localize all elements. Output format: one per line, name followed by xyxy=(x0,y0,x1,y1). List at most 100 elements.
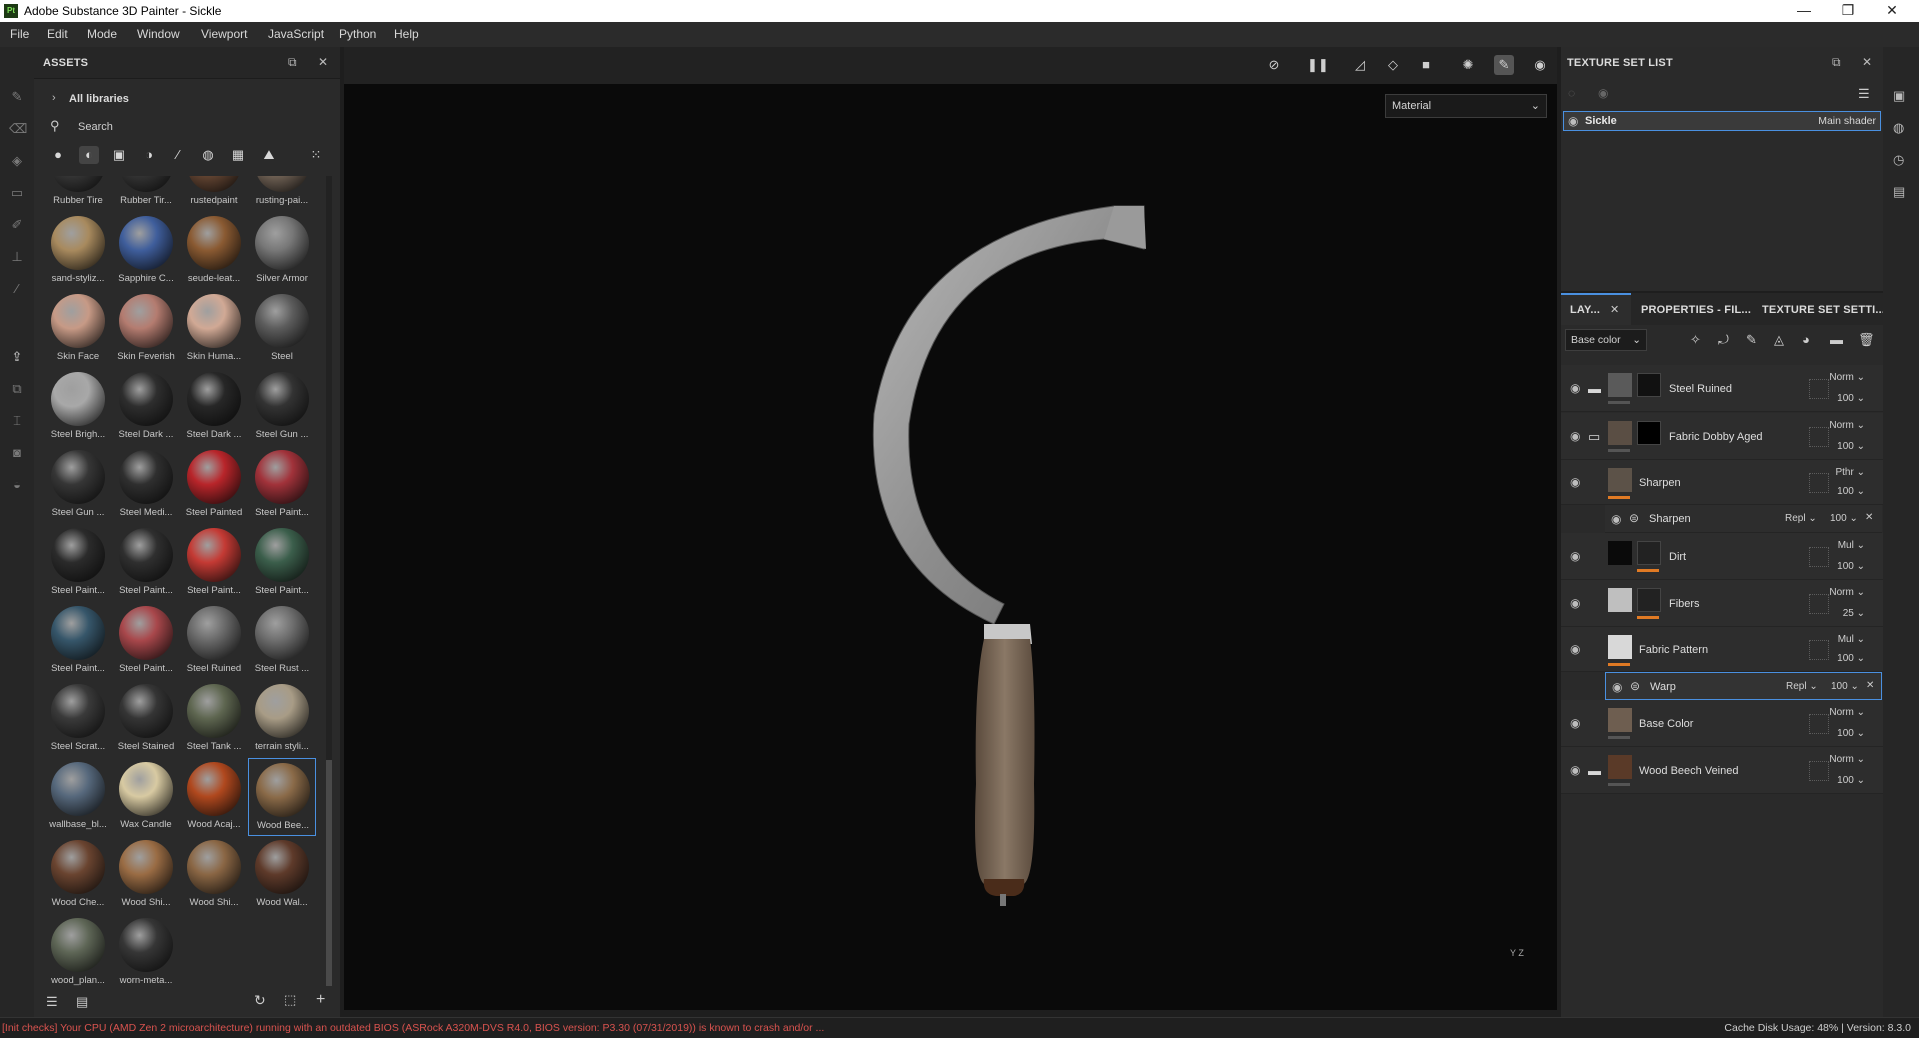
color-picker-icon[interactable]: ⁄ xyxy=(9,282,25,296)
blend-mode[interactable]: Norm ⌄ xyxy=(1825,372,1865,383)
layer-thumbnail[interactable] xyxy=(1608,635,1632,659)
asset-item[interactable]: Wood Bee... xyxy=(248,758,316,836)
smudge-icon[interactable]: ✐ xyxy=(9,218,25,232)
layer-name[interactable]: Fabric Pattern xyxy=(1639,644,1708,656)
pause-icon[interactable]: ❚❚ xyxy=(1307,55,1329,75)
camera-icon[interactable]: ■ xyxy=(1416,55,1436,75)
layer-row[interactable]: ◉ ▬ Steel Ruined Norm ⌄ 100 ⌄ xyxy=(1561,365,1883,412)
texture-set-icon[interactable]: ▣ xyxy=(1893,88,1905,104)
layer-name[interactable]: Fibers xyxy=(1669,598,1700,610)
asset-item[interactable]: Skin Huma... xyxy=(180,290,248,368)
eraser-icon[interactable]: ⌫ xyxy=(9,122,27,136)
blend-mode[interactable]: Norm ⌄ xyxy=(1825,754,1865,765)
eye-icon[interactable]: ◉ xyxy=(1570,716,1580,730)
remove-icon[interactable]: ✕ xyxy=(1865,512,1873,523)
layer-name[interactable]: Dirt xyxy=(1669,551,1686,563)
close-panel-icon[interactable]: ✕ xyxy=(318,55,328,69)
export-icon[interactable]: ⇪ xyxy=(9,350,25,364)
opacity-value[interactable]: 100 ⌄ xyxy=(1831,681,1859,692)
asset-item[interactable]: Wood Shi... xyxy=(180,836,248,914)
eye-icon[interactable]: ◉ xyxy=(1612,680,1622,694)
undock-icon[interactable]: ⧉ xyxy=(1832,55,1841,70)
asset-item[interactable]: rusting-pai... xyxy=(248,176,316,212)
asset-item[interactable]: Steel Scrat... xyxy=(44,680,112,758)
asset-item[interactable]: Rubber Tire xyxy=(44,176,112,212)
layer-thumbnail[interactable] xyxy=(1608,373,1632,397)
asset-item[interactable]: Steel Dark ... xyxy=(112,368,180,446)
tab-layers[interactable]: LAY... xyxy=(1570,304,1600,316)
eye-icon[interactable]: ◉ xyxy=(1570,596,1580,610)
menu-item-viewport[interactable]: Viewport xyxy=(201,27,247,41)
add-smart-material-icon[interactable]: ◕ xyxy=(1802,332,1810,347)
layer-row[interactable]: ◉ Base Color Norm ⌄ 100 ⌄ xyxy=(1561,700,1883,747)
add-effect-icon[interactable]: ✧ xyxy=(1690,332,1701,348)
asset-item[interactable]: Steel Paint... xyxy=(248,446,316,524)
hide-ui-icon[interactable]: ⊘ xyxy=(1264,55,1284,75)
opacity-value[interactable]: 100 ⌄ xyxy=(1835,486,1865,497)
menu-item-mode[interactable]: Mode xyxy=(87,27,117,41)
paint-brush-icon[interactable]: ✎ xyxy=(9,90,25,104)
status-message[interactable]: [Init checks] Your CPU (AMD Zen 2 microa… xyxy=(2,1022,824,1034)
eye-icon[interactable]: ◉ xyxy=(1568,114,1578,128)
delete-layer-icon[interactable]: 🗑 xyxy=(1858,332,1875,348)
hide-icon[interactable]: ◌ xyxy=(1568,86,1575,100)
asset-item[interactable]: Steel Paint... xyxy=(180,524,248,602)
asset-item[interactable]: Steel Gun ... xyxy=(44,446,112,524)
library-selector[interactable]: All libraries xyxy=(69,93,129,105)
opacity-value[interactable]: 100 ⌄ xyxy=(1835,441,1865,452)
mask-thumbnail[interactable] xyxy=(1637,421,1661,445)
asset-item[interactable]: Steel Paint... xyxy=(248,524,316,602)
opacity-value[interactable]: 100 ⌄ xyxy=(1835,393,1865,404)
menu-icon[interactable]: ☰ xyxy=(1858,86,1870,102)
layer-name[interactable]: Fabric Dobby Aged xyxy=(1669,431,1763,443)
close-tab-icon[interactable]: ✕ xyxy=(1610,303,1619,316)
blend-mode[interactable]: Repl ⌄ xyxy=(1786,681,1818,692)
add-mask-icon[interactable]: ⤾ xyxy=(1718,332,1729,348)
asset-item[interactable]: Sapphire C... xyxy=(112,212,180,290)
import-icon[interactable]: ⬚ xyxy=(284,992,296,1008)
asset-item[interactable]: terrain styli... xyxy=(248,680,316,758)
brushes-filter-icon[interactable]: ⁄ xyxy=(168,146,188,164)
opacity-value[interactable]: 100 ⌄ xyxy=(1835,561,1865,572)
shader-icon[interactable]: ◍ xyxy=(1893,120,1904,136)
layer-name[interactable]: Sharpen xyxy=(1639,477,1681,489)
masks-filter-icon[interactable]: ▣ xyxy=(109,146,129,164)
particles-filter-icon[interactable]: ◍ xyxy=(198,146,218,164)
opacity-value[interactable]: 100 ⌄ xyxy=(1835,775,1865,786)
eye-icon[interactable]: ◉ xyxy=(1570,429,1580,443)
asset-item[interactable]: sand-styliz... xyxy=(44,212,112,290)
close-panel-icon[interactable]: ✕ xyxy=(1862,55,1872,69)
menu-item-python[interactable]: Python xyxy=(339,27,376,41)
filter-settings-icon[interactable]: ▤ xyxy=(76,994,88,1010)
close-window-icon[interactable]: ✕ xyxy=(1870,0,1914,22)
grid-view-icon[interactable]: ⁙ xyxy=(306,146,326,164)
clone-stamp-icon[interactable]: ⊥ xyxy=(9,250,25,264)
mask-thumbnail[interactable] xyxy=(1637,373,1661,397)
blend-mode[interactable]: Norm ⌄ xyxy=(1825,587,1865,598)
shader-name[interactable]: Main shader xyxy=(1800,115,1876,127)
asset-item[interactable]: Steel Medi... xyxy=(112,446,180,524)
menu-item-window[interactable]: Window xyxy=(137,27,180,41)
blend-mode[interactable]: Mul ⌄ xyxy=(1825,634,1865,645)
opacity-value[interactable]: 100 ⌄ xyxy=(1830,513,1858,524)
asset-item[interactable]: Wood Wal... xyxy=(248,836,316,914)
add-fill-layer-icon[interactable]: ◬ xyxy=(1774,332,1784,348)
remove-icon[interactable]: ✕ xyxy=(1866,680,1874,691)
add-folder-icon[interactable]: ▬ xyxy=(1830,332,1843,347)
eye-icon[interactable]: ◉ xyxy=(1570,642,1580,656)
eye-icon[interactable]: ◉ xyxy=(1570,549,1580,563)
minimize-icon[interactable]: — xyxy=(1782,0,1826,22)
layer-row[interactable]: ◉ Sharpen Pthr ⌄ 100 ⌄ xyxy=(1561,460,1883,505)
menu-item-help[interactable]: Help xyxy=(394,27,419,41)
asset-item[interactable]: Skin Face xyxy=(44,290,112,368)
asset-item[interactable]: seude-leat... xyxy=(180,212,248,290)
undock-icon[interactable]: ⧉ xyxy=(288,55,297,70)
projection-icon[interactable]: ◈ xyxy=(9,154,25,168)
asset-item[interactable]: wallbase_bl... xyxy=(44,758,112,836)
tab-texture-set-settings[interactable]: TEXTURE SET SETTI... xyxy=(1762,304,1885,316)
layer-thumbnail[interactable] xyxy=(1608,541,1632,565)
geometry-decal-icon[interactable]: ▭ xyxy=(9,186,25,200)
layer-name[interactable]: Wood Beech Veined xyxy=(1639,765,1738,777)
textures-filter-icon[interactable]: ▦ xyxy=(228,146,248,164)
environments-filter-icon[interactable]: ⛰ xyxy=(259,146,279,164)
